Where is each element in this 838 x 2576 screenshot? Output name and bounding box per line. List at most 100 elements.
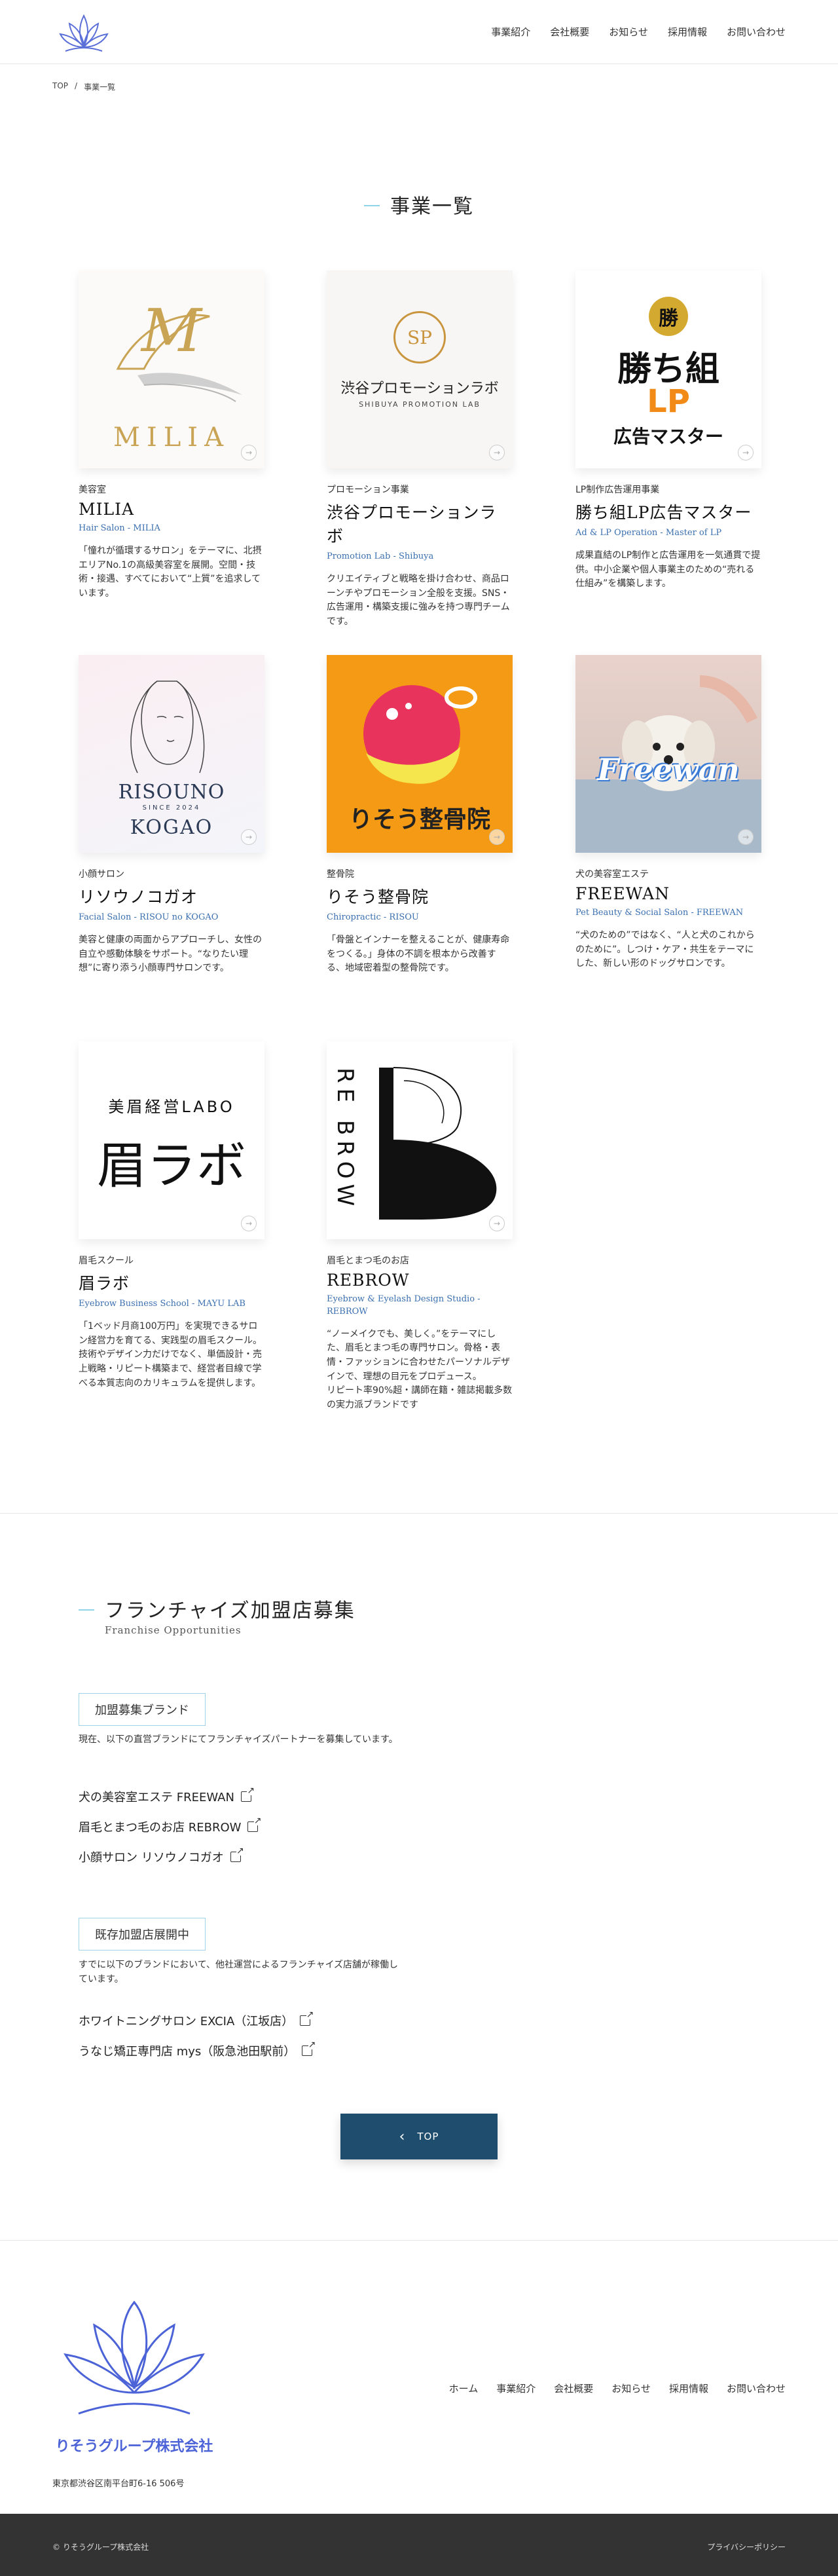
external-link-icon [240,1786,255,1802]
footer-address: 東京都渋谷区南平台町6-16 506号 [52,2479,185,2489]
rebrow-logo-text: RE BROW [332,1068,358,1212]
footer-nav-business[interactable]: 事業紹介 [496,2381,536,2395]
card-english-name: Eyebrow Business School - MAYU LAB [79,1299,246,1309]
card-arrow-icon: → [241,445,257,460]
section-divider [0,1513,838,1514]
card-name: MILIA [79,500,135,519]
existing-link-excia[interactable]: ホワイトニングサロン EXCIA（江坂店） [79,2010,314,2029]
card-thumbnail[interactable]: Freewan → [575,655,761,853]
footer-nav-company[interactable]: 会社概要 [554,2381,593,2395]
existing-link-mys[interactable]: うなじ矯正専門店 mys（阪急池田駅前） [79,2040,316,2059]
card-arrow-icon: → [489,445,505,460]
title-accent-line [364,205,380,206]
card-description: 「1ベッド月商100万円」を実現できるサロン経営力を育てる、実践型の眉毛スクール… [79,1320,262,1389]
card-english-name: Facial Salon - RISOU no KOGAO [79,912,219,922]
card-thumbnail[interactable]: M MILIA → [79,271,264,468]
card-english-name: Ad & LP Operation - Master of LP [575,528,722,538]
footer-nav-recruit[interactable]: 採用情報 [669,2381,708,2395]
card-arrow-icon: → [489,1216,505,1231]
business-card-shibuya-promotion-lab[interactable]: SP 渋谷プロモーションラボ SHIBUYA PROMOTION LAB → プ… [327,271,513,629]
privacy-policy-link[interactable]: プライバシーポリシー [707,2541,786,2552]
footer-nav-news[interactable]: お知らせ [611,2381,651,2395]
chevron-left-icon: ‹ [399,2128,406,2145]
existing-link-label: うなじ矯正専門店 mys（阪急池田駅前） [79,2045,296,2059]
card-description: 「憧れが循環するサロン」をテーマに、北摂エリアNo.1の高級美容室を展開。空間・… [79,545,262,599]
card-english-name: Pet Beauty & Social Salon - FREEWAN [575,908,744,918]
recruit-link-rebrow[interactable]: 眉毛とまつ毛のお店 REBROW [79,1816,262,1835]
franchise-subtitle: Franchise Opportunities [105,1624,242,1636]
mayu-logo-line1: 美眉経営LABO [108,1098,235,1116]
sp-monogram: SP [393,311,446,364]
existing-link-label: ホワイトニングサロン EXCIA（江坂店） [79,2015,294,2028]
card-category: 整骨院 [327,869,354,880]
card-thumbnail[interactable]: RISOUNO SINCE 2024 KOGAO → [79,655,264,853]
card-category: 美容室 [79,485,106,495]
external-link-icon [230,1846,244,1862]
card-description: クリエイティブと戦略を掛け合わせ、商品ローンチやプロモーション全般を支援。SNS… [327,573,510,627]
card-description: 「骨盤とインナーを整えることが、健康寿命をつくる。」身体の不調を根本から改善する… [327,934,510,974]
card-name: 渋谷プロモーションラボ [327,503,497,546]
card-thumbnail[interactable]: 美眉経営LABO 眉ラボ → [79,1041,264,1239]
card-category: 眉毛スクール [79,1256,134,1266]
card-arrow-icon: → [489,829,505,845]
business-card-freewan[interactable]: Freewan → 犬の美容室エステ FREEWAN Pet Beauty & … [575,655,761,971]
footer-company-name: りそうグループ株式会社 [55,2438,213,2455]
card-thumbnail[interactable]: りそう整骨院 → [327,655,513,853]
card-name: FREEWAN [575,884,670,903]
card-thumbnail[interactable]: SP 渋谷プロモーションラボ SHIBUYA PROMOTION LAB → [327,271,513,468]
lp-logo-line3: 広告マスター [613,426,723,447]
card-category: 小顔サロン [79,869,124,880]
lotus-logo-icon [59,14,109,52]
card-name: りそう整骨院 [327,887,429,906]
lp-logo-line2: LP [647,383,690,420]
existing-stores-tag: 既存加盟店展開中 [79,1918,206,1951]
freewan-logo-text: Freewan [597,752,740,787]
lotus-face-logo-icon [64,2300,205,2415]
main-nav: 事業紹介 会社概要 お知らせ 採用情報 お問い合わせ [491,25,786,39]
recruit-link-kogao[interactable]: 小顔サロン リソウノコガオ [79,1846,244,1865]
seikotsuin-logo-text: りそう整骨院 [348,806,490,833]
existing-note: すでに以下のブランドにおいて、他社運営によるフランチャイズ店舗が稼働しています。 [79,1960,399,1985]
footer-bottom-bar: © りそうグループ株式会社 プライバシーポリシー [0,2514,838,2576]
recruit-link-label: 小顔サロン リソウノコガオ [79,1851,224,1865]
recruit-link-label: 眉毛とまつ毛のお店 REBROW [79,1821,242,1835]
footer-nav-contact[interactable]: お問い合わせ [727,2381,786,2395]
nav-business[interactable]: 事業紹介 [491,25,530,39]
kogao-logo-line1: RISOUNO [118,781,225,804]
nav-news[interactable]: お知らせ [609,25,648,39]
card-category: 犬の美容室エステ [575,869,649,880]
back-to-top-button[interactable]: ‹ TOP [340,2114,498,2159]
sp-logo-subtext: SHIBUYA PROMOTION LAB [359,400,481,409]
copyright-text: © りそうグループ株式会社 [52,2543,149,2552]
recruit-link-freewan[interactable]: 犬の美容室エステ FREEWAN [79,1786,255,1805]
card-english-name: Chiropractic - RISOU [327,912,419,922]
business-card-lp-master[interactable]: 勝 勝ち組 LP 広告マスター → LP制作広告運用事業 勝ち組LP広告マスター… [575,271,761,591]
footer-nav: ホーム 事業紹介 会社概要 お知らせ 採用情報 お問い合わせ [449,2381,786,2395]
mayu-logo-line2: 眉ラボ [97,1136,246,1195]
external-link-icon [247,1816,262,1832]
franchise-title: フランチャイズ加盟店募集 [79,1594,355,1623]
card-name: リソウノコガオ [79,887,198,906]
breadcrumb-home[interactable]: TOP [52,81,68,92]
nav-recruit[interactable]: 採用情報 [668,25,707,39]
footer-nav-home[interactable]: ホーム [449,2381,479,2395]
site-logo[interactable] [52,10,115,56]
recruit-link-label: 犬の美容室エステ FREEWAN [79,1791,234,1804]
business-card-mayu-lab[interactable]: 美眉経営LABO 眉ラボ → 眉毛スクール 眉ラボ Eyebrow Busine… [79,1041,264,1391]
business-card-risou-seikotsuin[interactable]: りそう整骨院 → 整骨院 りそう整骨院 Chiropractic - RISOU… [327,655,513,976]
footer-logo[interactable]: りそうグループ株式会社 [52,2289,216,2459]
business-card-risou-no-kogao[interactable]: RISOUNO SINCE 2024 KOGAO → 小顔サロン リソウノコガオ… [79,655,264,976]
card-name: 勝ち組LP広告マスター [575,503,752,522]
card-thumbnail[interactable]: 勝 勝ち組 LP 広告マスター → [575,271,761,468]
business-card-milia[interactable]: M MILIA → 美容室 MILIA Hair Salon - MILIA 「… [79,271,264,601]
site-header: 事業紹介 会社概要 お知らせ 採用情報 お問い合わせ [0,0,838,64]
nav-contact[interactable]: お問い合わせ [727,25,786,39]
card-thumbnail[interactable]: RE BROW → [327,1041,513,1239]
card-english-name: Promotion Lab - Shibuya [327,551,434,561]
nav-company[interactable]: 会社概要 [550,25,589,39]
business-card-rebrow[interactable]: RE BROW → 眉毛とまつ毛のお店 REBROW Eyebrow & Eye… [327,1041,513,1413]
card-arrow-icon: → [241,829,257,845]
kogao-logo-line2: SINCE 2024 [142,804,201,812]
card-arrow-icon: → [738,445,754,460]
card-name: 眉ラボ [79,1274,130,1293]
